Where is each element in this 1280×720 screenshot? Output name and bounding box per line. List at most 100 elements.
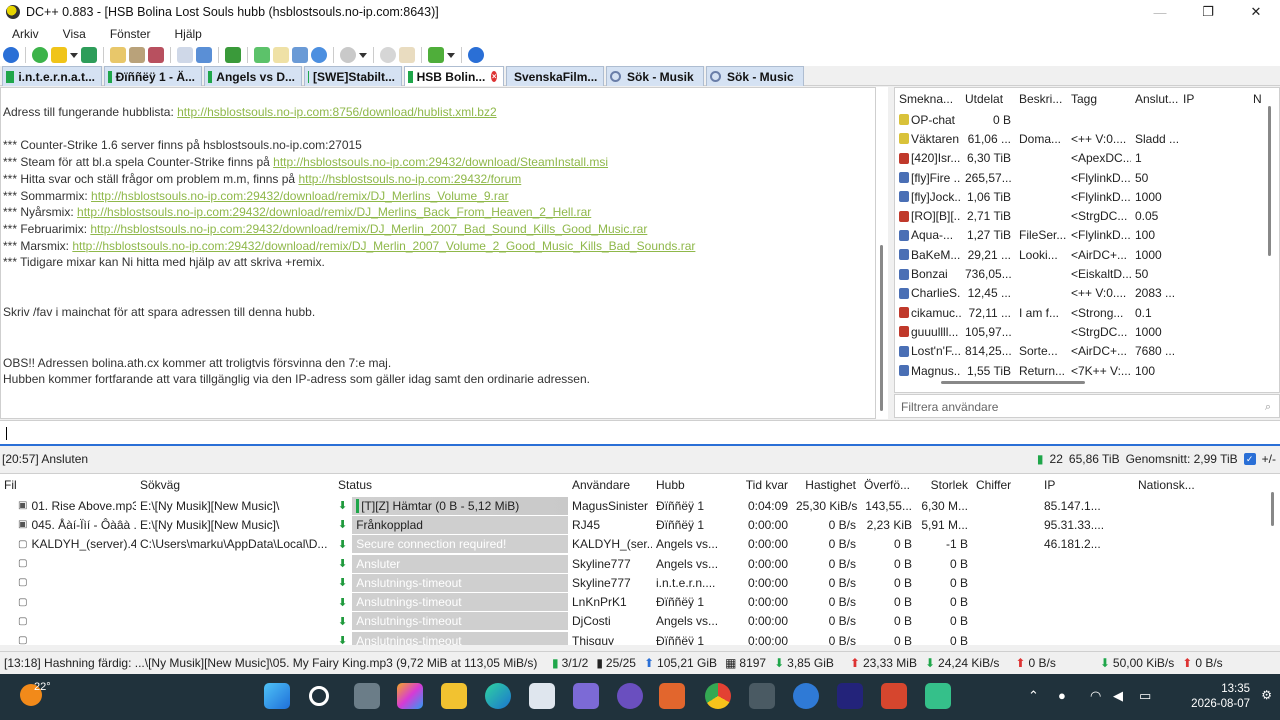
close-button[interactable]: ✕	[1232, 0, 1280, 24]
connect-icon[interactable]	[32, 47, 48, 63]
user-row[interactable]: Lost'n'F... 814,25... Sorte... <AirDC+... 76…	[895, 342, 1279, 361]
start-icon[interactable]	[264, 683, 290, 709]
tab-hub-international[interactable]: i.n.t.e.r.n.a.t...	[2, 66, 102, 86]
menu-fonster[interactable]: Fönster	[98, 27, 163, 41]
column-time-left[interactable]: Tid kvar	[736, 478, 792, 492]
wifi-icon[interactable]: ◠	[1090, 688, 1101, 704]
android-app-icon[interactable]	[925, 683, 951, 709]
user-row[interactable]: Magnus... 1,55 TiB Return... <7K++ V:... 100	[895, 361, 1279, 380]
download-queue-icon[interactable]	[225, 47, 241, 63]
transfer-row[interactable]: ▢ ⬇ Anslutnings-timeout DjCosti Angels vs...…	[0, 612, 1280, 631]
tab-hub-angels[interactable]: Angels vs D...	[204, 66, 302, 86]
column-n[interactable]: N	[1249, 92, 1269, 106]
user-row[interactable]: OP-chat 0 B	[895, 110, 1279, 129]
menu-hjalp[interactable]: Hjälp	[163, 27, 214, 41]
user-filter-input[interactable]: Filtrera användare ⌕	[894, 394, 1280, 418]
transfer-row[interactable]: ▢ ⬇ Anslutnings-timeout Thisguy Ðïññëÿ 1 0:00…	[0, 631, 1280, 645]
tray-overflow-icon[interactable]: ⌃	[1028, 688, 1039, 704]
away-icon[interactable]	[340, 47, 356, 63]
user-row[interactable]: Aqua-... 1,27 TiB FileSer... <FlylinkD... 10…	[895, 226, 1279, 245]
app-m-icon[interactable]	[837, 683, 863, 709]
menu-visa[interactable]: Visa	[51, 27, 98, 41]
text-style-icon[interactable]	[399, 47, 415, 63]
taskbar-search-icon[interactable]	[309, 686, 329, 706]
chat-link[interactable]: http://hsblostsouls.no-ip.com:29432/foru…	[298, 172, 521, 186]
column-transferred[interactable]: Överfö...	[860, 478, 916, 492]
back-icon[interactable]	[3, 47, 19, 63]
open-filelist-icon[interactable]	[292, 47, 308, 63]
refresh-icon[interactable]	[311, 47, 327, 63]
column-user[interactable]: Användare	[568, 478, 652, 492]
transfer-row[interactable]: ▣ 01. Rise Above.mp3 E:\[Ny Musik][New Mus…	[0, 496, 1280, 515]
transfers-list[interactable]: Fil Sökväg Status Användare Hubb Tid kva…	[0, 473, 1280, 645]
chat-link[interactable]: http://hsblostsouls.no-ip.com:29432/down…	[273, 155, 608, 169]
tab-hub-hsb-bolina[interactable]: HSB Bolin... ×	[404, 66, 504, 86]
chat-link[interactable]: http://hsblostsouls.no-ip.com:29432/down…	[77, 205, 591, 219]
video-editor-icon[interactable]	[659, 683, 685, 709]
column-tag[interactable]: Tagg	[1067, 92, 1131, 106]
user-row[interactable]: CharlieS... 12,45 ... <++ V:0.... 2083 ...	[895, 284, 1279, 303]
help-icon[interactable]	[468, 47, 484, 63]
file-explorer-icon[interactable]	[441, 683, 467, 709]
transfer-row[interactable]: ▢ ⬇ Anslutnings-timeout LnKnPrK1 Ðïññëÿ 1 0:0…	[0, 592, 1280, 612]
transfers-scrollbar[interactable]	[1271, 492, 1274, 526]
dropdown-arrow-icon[interactable]	[70, 52, 78, 58]
user-row[interactable]: cikamuc... 72,11 ... I am f... <Strong... 0.…	[895, 303, 1279, 322]
chat-link[interactable]: http://hsblostsouls.no-ip.com:8756/downl…	[177, 105, 497, 119]
column-ip[interactable]: IP	[1179, 92, 1249, 106]
column-file[interactable]: Fil	[0, 478, 136, 492]
user-row[interactable]: guuullll... 105,97... <StrgDC... 1000	[895, 322, 1279, 341]
user-list[interactable]: Smekna... Utdelat Beskri... Tagg Anslut.…	[894, 87, 1280, 393]
transfer-row[interactable]: ▣ 045. Åàí-Ïìí - Ôàâà ... E:\[Ny Musik][Ne…	[0, 515, 1280, 534]
tab-close-icon[interactable]: ×	[491, 71, 497, 82]
settings-gear-icon[interactable]	[380, 47, 396, 63]
finished-uploads-icon[interactable]	[148, 47, 164, 63]
microphone-icon[interactable]: ●	[1058, 688, 1066, 703]
user-row[interactable]: BaKeM... 29,21 ... Looki... <AirDC+... 1000	[895, 245, 1279, 264]
column-cipher[interactable]: Chiffer	[972, 478, 1040, 492]
user-list-vscrollbar[interactable]	[1268, 106, 1271, 256]
user-row[interactable]: [RO][B][... 2,71 TiB <StrgDC... 0.05	[895, 206, 1279, 225]
folder-icon[interactable]	[110, 47, 126, 63]
favorites-star-icon[interactable]	[51, 47, 67, 63]
transfer-row[interactable]: ▢ ⬇ Ansluter Skyline777 Angels vs... 0:00:00 0…	[0, 554, 1280, 573]
dropdown-arrow-icon[interactable]	[359, 52, 367, 58]
notepad-icon[interactable]	[273, 47, 289, 63]
tab-search-musik[interactable]: Sök - Musik	[606, 66, 704, 86]
tab-hub-russia[interactable]: Ðïññëÿ 1 - Ä...	[104, 66, 202, 86]
column-ip[interactable]: IP	[1040, 478, 1134, 492]
column-country[interactable]: Nationsk...	[1134, 478, 1224, 492]
plugins-icon[interactable]	[428, 47, 444, 63]
chat-link[interactable]: http://hsblostsouls.no-ip.com:29432/down…	[91, 189, 509, 203]
tab-hub-svenskafilm[interactable]: SvenskaFilm...	[506, 66, 604, 86]
queue-icon[interactable]	[81, 47, 97, 63]
app-icon[interactable]	[573, 683, 599, 709]
chat-link[interactable]: http://hsblostsouls.no-ip.com:29432/down…	[90, 222, 647, 236]
qbittorrent-icon[interactable]	[793, 683, 819, 709]
system-clock[interactable]: 13:35 2026-08-07	[1191, 682, 1250, 712]
battery-icon[interactable]: ▭	[1139, 688, 1151, 704]
search-icon[interactable]	[177, 47, 193, 63]
dcpp-taskbar-icon[interactable]	[749, 683, 775, 709]
chat-messages[interactable]: Adress till fungerande hubblista: http:/…	[0, 87, 876, 419]
dropdown-arrow-icon[interactable]	[447, 52, 455, 58]
minimize-button[interactable]: —	[1136, 0, 1184, 24]
column-nick[interactable]: Smekna...	[895, 92, 961, 106]
volume-icon[interactable]: ◀	[1113, 688, 1123, 704]
user-row[interactable]: [420]Isr... 6,30 TiB <ApexDC... 1	[895, 149, 1279, 168]
network-stats-icon[interactable]	[254, 47, 270, 63]
chat-scrollbar-thumb[interactable]	[880, 245, 883, 411]
menu-arkiv[interactable]: Arkiv	[0, 27, 51, 41]
chrome-icon[interactable]	[705, 683, 731, 709]
show-userlist-checkbox[interactable]: ✓	[1243, 453, 1256, 465]
column-description[interactable]: Beskri...	[1015, 92, 1067, 106]
user-row[interactable]: Väktaren 61,06 ... Doma... <++ V:0.... Sladd…	[895, 129, 1279, 148]
hash-app-icon[interactable]	[881, 683, 907, 709]
user-list-hscrollbar[interactable]	[941, 381, 1085, 384]
column-connection[interactable]: Anslut...	[1131, 92, 1179, 106]
tab-hub-swe-stabilt[interactable]: [SWE]Stabilt...	[304, 66, 402, 86]
copilot-icon[interactable]	[397, 683, 423, 709]
media-player-icon[interactable]	[617, 683, 643, 709]
notification-icon[interactable]: ⚙	[1261, 688, 1272, 702]
finished-downloads-icon[interactable]	[129, 47, 145, 63]
